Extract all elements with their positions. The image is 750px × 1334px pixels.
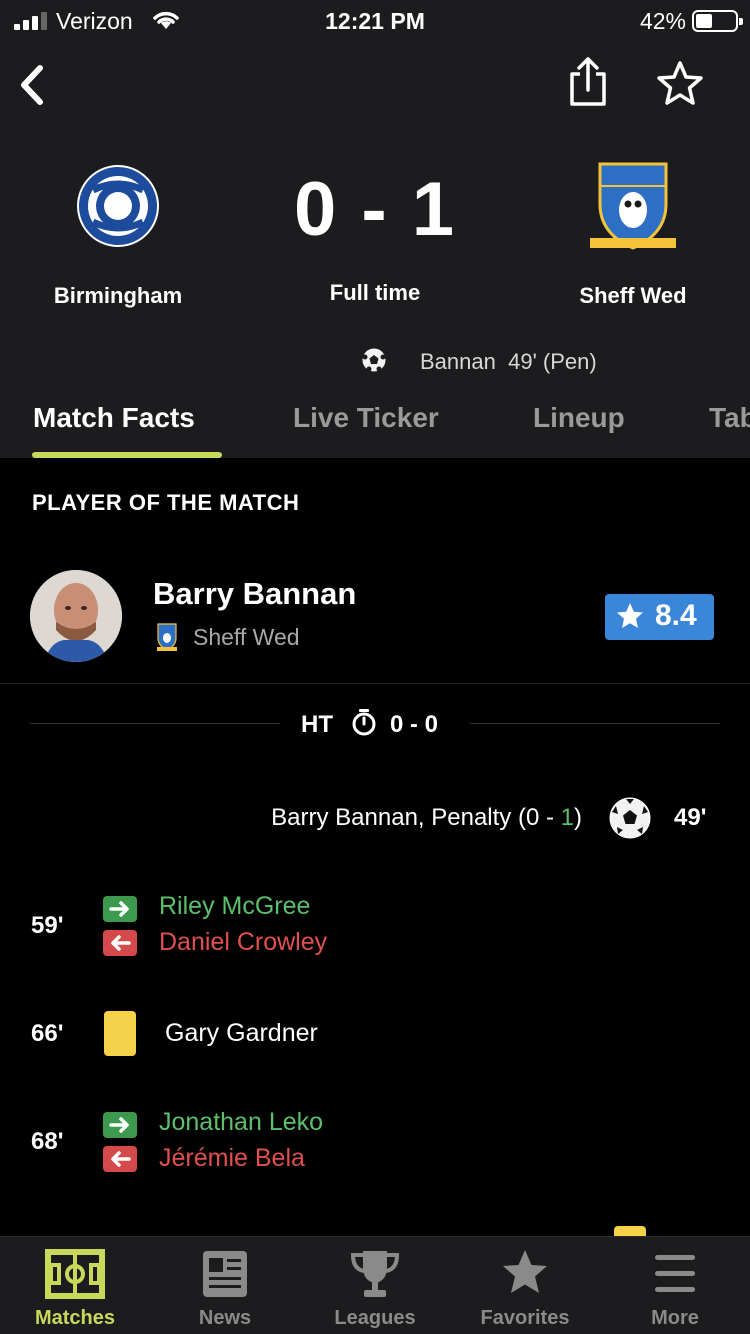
sub-in-player[interactable]: Jonathan Leko — [159, 1108, 323, 1137]
share-icon[interactable] — [566, 56, 610, 108]
goal-minute: 49' — [674, 804, 707, 831]
card-player[interactable]: Gary Gardner — [165, 1019, 318, 1048]
sub-in-arrow-icon — [103, 1112, 137, 1138]
tabbar-label: Leagues — [334, 1307, 416, 1329]
favorite-star-icon[interactable] — [656, 60, 704, 108]
sub-out-arrow-icon — [103, 930, 137, 956]
goal-event-text[interactable]: Barry Bannan, Penalty (0 - 1) — [271, 804, 582, 832]
rating-value: 8.4 — [655, 599, 697, 632]
clock: 12:21 PM — [325, 8, 425, 34]
newspaper-icon — [203, 1251, 247, 1297]
half-time-label: HT — [301, 711, 333, 738]
sheffield-wednesday-crest-icon — [590, 162, 676, 250]
tabbar-matches[interactable]: Matches — [0, 1237, 150, 1334]
tabbar-label: More — [651, 1307, 699, 1329]
menu-icon — [655, 1255, 695, 1292]
section-divider — [0, 683, 750, 684]
tab-match-facts[interactable]: Match Facts — [33, 402, 195, 434]
tabbar-leagues[interactable]: Leagues — [300, 1237, 450, 1334]
tabbar-more[interactable]: More — [600, 1237, 750, 1334]
battery-icon — [692, 10, 743, 32]
player-team: Sheff Wed — [193, 624, 300, 650]
player-rating-badge: 8.4 — [605, 594, 714, 640]
tabbar-news[interactable]: News — [150, 1237, 300, 1334]
yellow-card-icon — [104, 1011, 136, 1056]
sub-in-arrow-icon — [103, 896, 137, 922]
player-avatar[interactable] — [30, 570, 122, 662]
sheffield-wednesday-crest-icon — [157, 623, 177, 651]
tabbar-label: Matches — [34, 1307, 116, 1329]
tab-live-ticker[interactable]: Live Ticker — [293, 402, 439, 434]
back-chevron-icon[interactable] — [14, 60, 50, 110]
half-time-score: 0 - 0 — [390, 711, 439, 738]
player-name[interactable]: Barry Bannan — [153, 576, 356, 612]
away-team-name: Sheff Wed — [579, 283, 687, 308]
sub-out-arrow-icon — [103, 1146, 137, 1172]
football-icon — [361, 347, 387, 373]
tabbar-label: News — [198, 1307, 252, 1329]
section-title-player-of-match: PLAYER OF THE MATCH — [32, 490, 300, 515]
star-icon — [617, 603, 643, 628]
event-minute: 66' — [31, 1020, 64, 1047]
star-icon — [503, 1250, 547, 1293]
football-icon — [609, 797, 651, 839]
trophy-icon — [350, 1251, 400, 1297]
battery-percent: 42% — [639, 8, 686, 34]
bottom-tab-bar: Matches News Leagues Favorites More — [0, 1236, 750, 1334]
sub-in-player[interactable]: Riley McGree — [159, 892, 310, 921]
active-tab-indicator — [32, 452, 222, 458]
tabbar-favorites[interactable]: Favorites — [450, 1237, 600, 1334]
status-bar: Verizon 12:21 PM 42% — [0, 0, 750, 40]
ht-divider-right — [470, 723, 720, 724]
match-tabs: Match Facts Live Ticker Lineup Table — [0, 396, 750, 458]
event-minute: 59' — [31, 912, 64, 939]
sub-out-player[interactable]: Daniel Crowley — [159, 928, 327, 957]
tabbar-label: Favorites — [480, 1307, 570, 1329]
match-header: Verizon 12:21 PM 42% Birmingham 0 - 1 Fu… — [0, 0, 750, 458]
tab-lineup[interactable]: Lineup — [533, 402, 625, 434]
stopwatch-icon — [352, 709, 376, 736]
event-minute: 68' — [31, 1128, 64, 1155]
sub-out-player[interactable]: Jérémie Bela — [159, 1144, 305, 1173]
ht-divider-left — [30, 723, 280, 724]
player-face-icon — [30, 570, 122, 662]
goal-scorer-text: Bannan 49' (Pen) — [420, 349, 597, 374]
tab-table[interactable]: Table — [709, 402, 750, 434]
pitch-icon — [45, 1249, 105, 1299]
away-team[interactable]: Sheff Wed — [513, 160, 750, 309]
